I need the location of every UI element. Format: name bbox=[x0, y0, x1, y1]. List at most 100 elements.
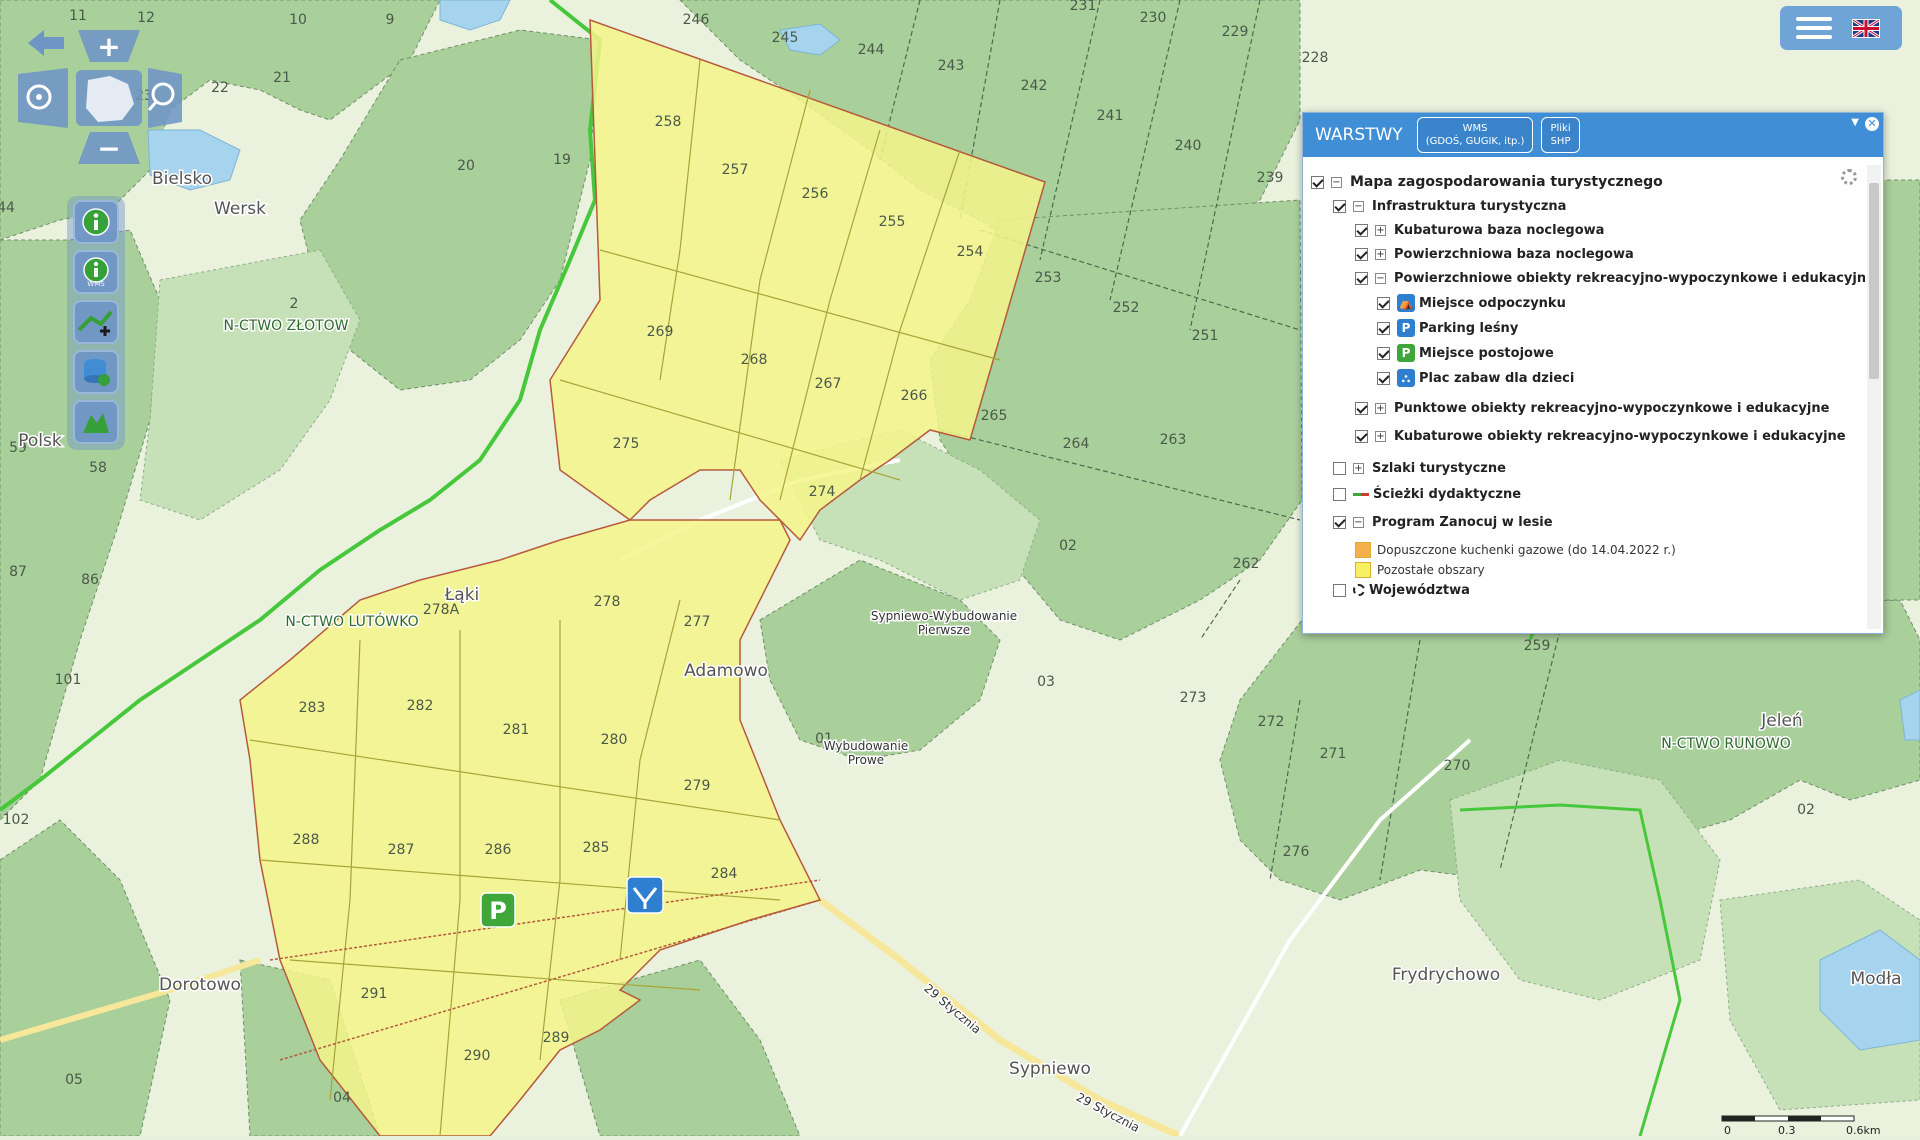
compartment-number: 228 bbox=[1302, 50, 1329, 66]
layer-label: Punktowe obiekty rekreacyjno-wypoczynkow… bbox=[1394, 400, 1830, 416]
village-label: Polsk bbox=[18, 431, 62, 451]
compartment-number: 242 bbox=[1021, 78, 1048, 94]
village-label: Adamowo bbox=[684, 661, 768, 681]
shp-files-button[interactable]: Pliki SHP bbox=[1541, 117, 1580, 153]
compartment-number: 101 bbox=[55, 672, 82, 688]
info-icon bbox=[82, 208, 110, 236]
layer-item[interactable]: Województwa bbox=[1333, 579, 1470, 601]
layer-label: Powierzchniowe obiekty rekreacyjno-wypoc… bbox=[1394, 270, 1865, 286]
layer-checkbox[interactable] bbox=[1377, 321, 1390, 335]
wms-info-button[interactable]: WMS bbox=[73, 250, 119, 294]
layer-item[interactable]: P Parking leśny bbox=[1377, 317, 1518, 339]
wms-button-line2: (GDOŚ, GUGIK, itp.) bbox=[1425, 136, 1525, 147]
compartment-number: 262 bbox=[1233, 556, 1260, 572]
compartment-number: 271 bbox=[1320, 746, 1347, 762]
forest-layer-button[interactable] bbox=[73, 400, 119, 444]
layer-item[interactable]: + Kubaturowa baza noclegowa bbox=[1355, 219, 1604, 241]
layer-checkbox[interactable] bbox=[1333, 461, 1346, 475]
zoom-in-button[interactable]: + bbox=[78, 30, 140, 63]
collapse-icon[interactable]: − bbox=[1331, 176, 1342, 188]
scrollbar-thumb[interactable] bbox=[1869, 183, 1879, 379]
layer-tree-scrollbar[interactable] bbox=[1867, 165, 1881, 629]
compartment-number: 245 bbox=[772, 30, 799, 46]
compartment-number: 282 bbox=[407, 698, 434, 714]
layer-item[interactable]: ⛬ Plac zabaw dla dzieci bbox=[1377, 367, 1574, 389]
english-flag-icon[interactable] bbox=[1852, 18, 1880, 38]
compartment-number: 44 bbox=[0, 200, 15, 216]
village-label: Wersk bbox=[214, 199, 266, 219]
compartment-number: 279 bbox=[684, 778, 711, 794]
legend-item: Pozostałe obszary bbox=[1355, 559, 1485, 581]
layer-label: Plac zabaw dla dzieci bbox=[1419, 370, 1575, 386]
compartment-number: 266 bbox=[901, 388, 928, 404]
collapse-icon[interactable]: − bbox=[1375, 272, 1386, 284]
rest-area-marker[interactable] bbox=[626, 876, 664, 914]
compartment-number: 239 bbox=[1257, 170, 1284, 186]
layer-item[interactable]: + Kubaturowe obiekty rekreacyjno-wypoczyn… bbox=[1355, 425, 1846, 447]
expand-icon[interactable]: + bbox=[1353, 462, 1364, 474]
compartment-number: 11 bbox=[69, 8, 87, 24]
full-extent-button[interactable] bbox=[76, 70, 142, 126]
collapse-icon[interactable]: − bbox=[1353, 200, 1364, 212]
menu-icon[interactable] bbox=[1796, 12, 1832, 44]
compartment-number: 58 bbox=[89, 460, 107, 476]
legend-swatch bbox=[1355, 562, 1371, 578]
layer-checkbox[interactable] bbox=[1333, 487, 1346, 501]
layer-item[interactable]: ⛺ Miejsce odpoczynku bbox=[1377, 292, 1566, 314]
layer-item[interactable]: P Miejsce postojowe bbox=[1377, 342, 1554, 364]
expand-icon[interactable]: + bbox=[1375, 402, 1386, 414]
layer-checkbox[interactable] bbox=[1377, 346, 1390, 360]
expand-icon[interactable]: + bbox=[1375, 248, 1386, 260]
zoom-area-button[interactable] bbox=[147, 68, 182, 128]
compartment-number: 240 bbox=[1175, 138, 1202, 154]
close-panel-icon[interactable]: ✕ bbox=[1865, 117, 1879, 131]
svg-text:+: + bbox=[97, 30, 120, 63]
layer-item[interactable]: Ścieżki dydaktyczne bbox=[1333, 483, 1521, 505]
layer-checkbox[interactable] bbox=[1333, 515, 1346, 529]
layer-checkbox[interactable] bbox=[1355, 223, 1368, 237]
layer-checkbox[interactable] bbox=[1355, 429, 1368, 443]
compartment-number: 284 bbox=[711, 866, 738, 882]
compartment-number: 281 bbox=[503, 722, 530, 738]
layer-item[interactable]: + Punktowe obiekty rekreacyjno-wypoczynko… bbox=[1355, 397, 1829, 419]
layer-item[interactable]: − Infrastruktura turystyczna bbox=[1333, 195, 1566, 217]
layer-checkbox[interactable] bbox=[1355, 271, 1368, 285]
compartment-number: 257 bbox=[722, 162, 749, 178]
compartment-number: 277 bbox=[684, 614, 711, 630]
data-layers-button[interactable] bbox=[73, 350, 119, 394]
layer-checkbox[interactable] bbox=[1311, 175, 1324, 189]
compartment-number: 19 bbox=[553, 152, 571, 168]
expand-icon[interactable]: + bbox=[1375, 224, 1386, 236]
layer-checkbox[interactable] bbox=[1377, 296, 1390, 310]
expand-icon[interactable]: + bbox=[1375, 430, 1386, 442]
village-label: Dorotowo bbox=[159, 975, 241, 995]
layer-checkbox[interactable] bbox=[1355, 401, 1368, 415]
compartment-number: 265 bbox=[981, 408, 1008, 424]
parking-marker[interactable]: P bbox=[480, 892, 516, 928]
wms-button[interactable]: WMS (GDOŚ, GUGIK, itp.) bbox=[1416, 117, 1534, 153]
wms-button-line1: WMS bbox=[1462, 123, 1488, 134]
layer-item[interactable]: + Szlaki turystyczne bbox=[1333, 457, 1506, 479]
layers-panel-title: WARSTWY bbox=[1315, 125, 1403, 145]
compartment-number: 87 bbox=[9, 564, 27, 580]
layer-label: Program Zanocuj w lesie bbox=[1372, 514, 1553, 530]
pan-zoom-control: + − bbox=[18, 24, 182, 170]
layer-checkbox[interactable] bbox=[1377, 371, 1390, 385]
layer-checkbox[interactable] bbox=[1355, 247, 1368, 261]
layer-item[interactable]: − Powierzchniowe obiekty rekreacyjno-wypo… bbox=[1355, 267, 1865, 289]
compartment-number: 268 bbox=[741, 352, 768, 368]
layer-checkbox[interactable] bbox=[1333, 199, 1346, 213]
minimize-panel-icon[interactable]: ▼ bbox=[1851, 117, 1859, 128]
info-button[interactable] bbox=[73, 200, 119, 244]
add-route-button[interactable] bbox=[73, 300, 119, 344]
locate-button[interactable] bbox=[18, 68, 68, 128]
layer-item[interactable]: + Powierzchniowa baza noclegowa bbox=[1355, 243, 1634, 265]
layer-checkbox[interactable] bbox=[1333, 583, 1346, 597]
layer-item[interactable]: − Mapa zagospodarowania turystycznego bbox=[1311, 171, 1663, 193]
shp-button-line1: Pliki bbox=[1550, 123, 1571, 134]
compartment-number: 267 bbox=[815, 376, 842, 392]
collapse-icon[interactable]: − bbox=[1353, 516, 1364, 528]
compartment-number: 283 bbox=[299, 700, 326, 716]
zoom-out-button[interactable]: − bbox=[78, 132, 140, 165]
layer-item[interactable]: − Program Zanocuj w lesie bbox=[1333, 511, 1553, 533]
